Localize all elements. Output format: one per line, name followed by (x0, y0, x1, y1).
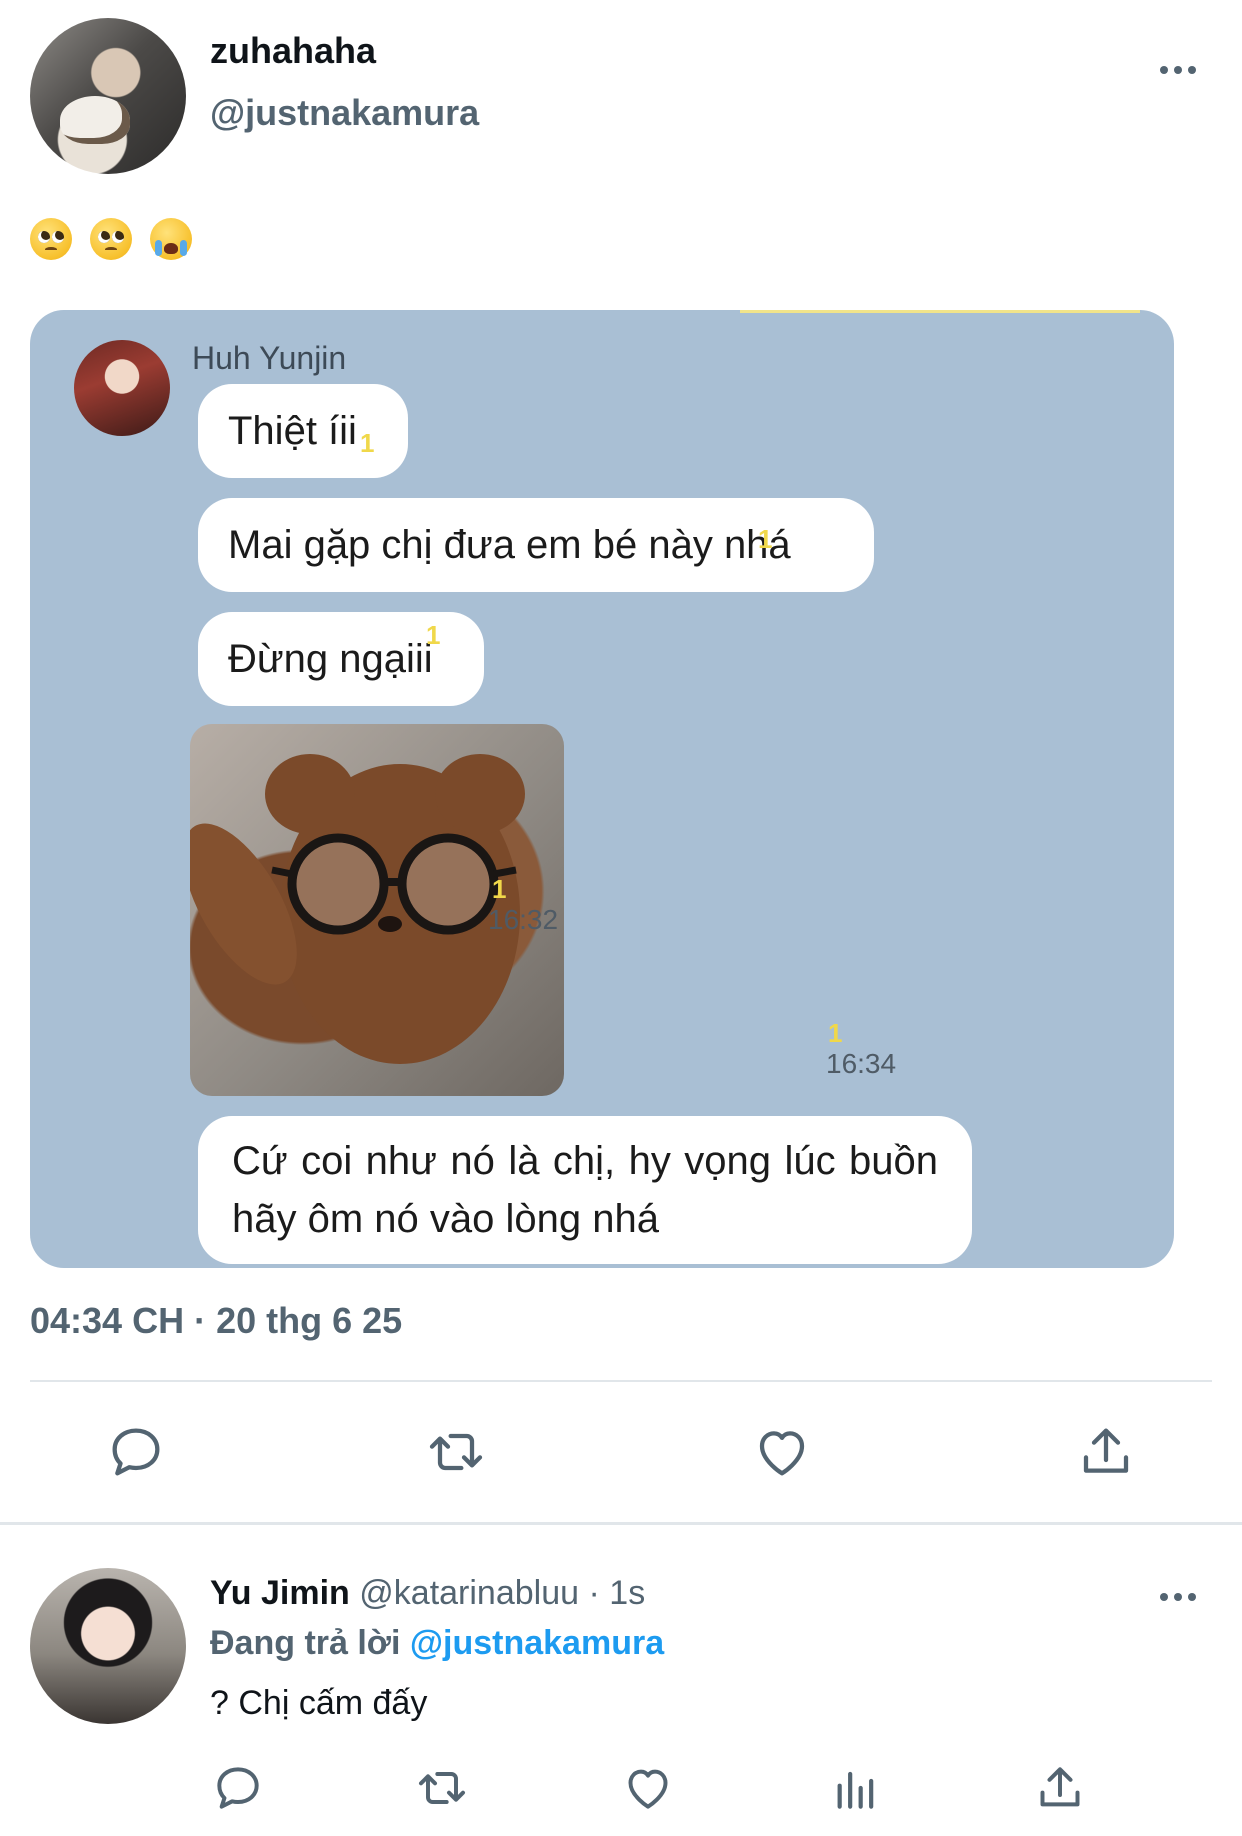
reply-header: Yu Jimin @katarinabluu · 1s (210, 1574, 645, 1613)
read-count: 1 (426, 620, 441, 650)
reply-button[interactable] (104, 1420, 168, 1484)
chat-sender-name: Huh Yunjin (192, 340, 347, 376)
reply-icon (112, 1428, 160, 1476)
read-count: 1 (492, 874, 507, 904)
chat-message-text: Đừng ngạiii (228, 636, 433, 681)
chat-message-text: Thiệt íii (228, 408, 357, 453)
replying-to-line: Đang trả lời @justnakamura (210, 1624, 664, 1663)
share-icon (1083, 1428, 1129, 1473)
divider (740, 310, 1140, 313)
tweet-media-image[interactable]: Huh Yunjin Thiệt íii 1 Mai gặp chị đưa e… (30, 310, 1174, 1268)
chat-message-text: Mai gặp chị đưa em bé này nhá (228, 522, 791, 567)
retweet-icon (429, 1433, 483, 1471)
like-icon (628, 1769, 668, 1809)
mention-link[interactable]: @justnakamura (410, 1624, 664, 1662)
views-button[interactable] (828, 1760, 884, 1816)
divider (0, 1522, 1242, 1525)
like-button[interactable] (750, 1420, 814, 1484)
message-time: 16:32 (488, 904, 559, 935)
pleading-face-icon (90, 218, 132, 260)
like-icon (759, 1431, 805, 1476)
divider (30, 1380, 1212, 1382)
tweet-text (30, 218, 192, 260)
message-time: 16:34 (826, 1048, 897, 1079)
separator-dot: · (588, 1574, 600, 1612)
reply-handle[interactable]: @katarinabluu (359, 1574, 579, 1612)
read-count: 1 (758, 524, 773, 554)
reply-time[interactable]: 1s (609, 1574, 645, 1612)
reply-author-avatar[interactable] (30, 1568, 186, 1724)
more-options-icon[interactable] (1152, 1582, 1204, 1612)
author-display-name[interactable]: zuhahaha (210, 30, 376, 72)
share-icon (1040, 1767, 1080, 1807)
pleading-face-icon (30, 218, 72, 260)
more-options-icon[interactable] (1152, 55, 1204, 85)
views-icon (837, 1771, 874, 1809)
author-handle[interactable]: @justnakamura (210, 92, 479, 134)
chat-message: Cứ coi như nó là chị, hy vọng lúc buồn h… (198, 1116, 972, 1264)
chat-sender-avatar (74, 340, 170, 436)
reply-icon (217, 1767, 259, 1809)
retweet-button[interactable] (414, 1760, 470, 1816)
chat-message: Mai gặp chị đưa em bé này nhá (198, 498, 874, 592)
share-button[interactable] (1032, 1760, 1088, 1816)
tweet-timestamp[interactable]: 04:34 CH · 20 thg 6 25 (30, 1300, 402, 1342)
retweet-button[interactable] (424, 1420, 488, 1484)
like-button[interactable] (620, 1760, 676, 1816)
reply-button[interactable] (210, 1760, 266, 1816)
reply-text: ? Chị cấm đấy (210, 1684, 428, 1722)
reply-action-bar (0, 1760, 1242, 1820)
read-count: 1 (360, 428, 375, 458)
reply-display-name[interactable]: Yu Jimin (210, 1574, 350, 1612)
loudly-crying-face-icon (150, 218, 192, 260)
author-avatar[interactable] (30, 18, 186, 174)
tweet-action-bar (0, 1420, 1242, 1490)
chat-message: Thiệt íii (198, 384, 408, 478)
share-button[interactable] (1074, 1420, 1138, 1484)
chat-message-text: Cứ coi như nó là chị, hy vọng lúc buồn h… (232, 1139, 938, 1241)
replying-to-label: Đang trả lời (210, 1624, 401, 1662)
chat-message: Đừng ngạiii (198, 612, 484, 706)
read-count: 1 (828, 1018, 843, 1048)
retweet-icon (419, 1772, 465, 1804)
